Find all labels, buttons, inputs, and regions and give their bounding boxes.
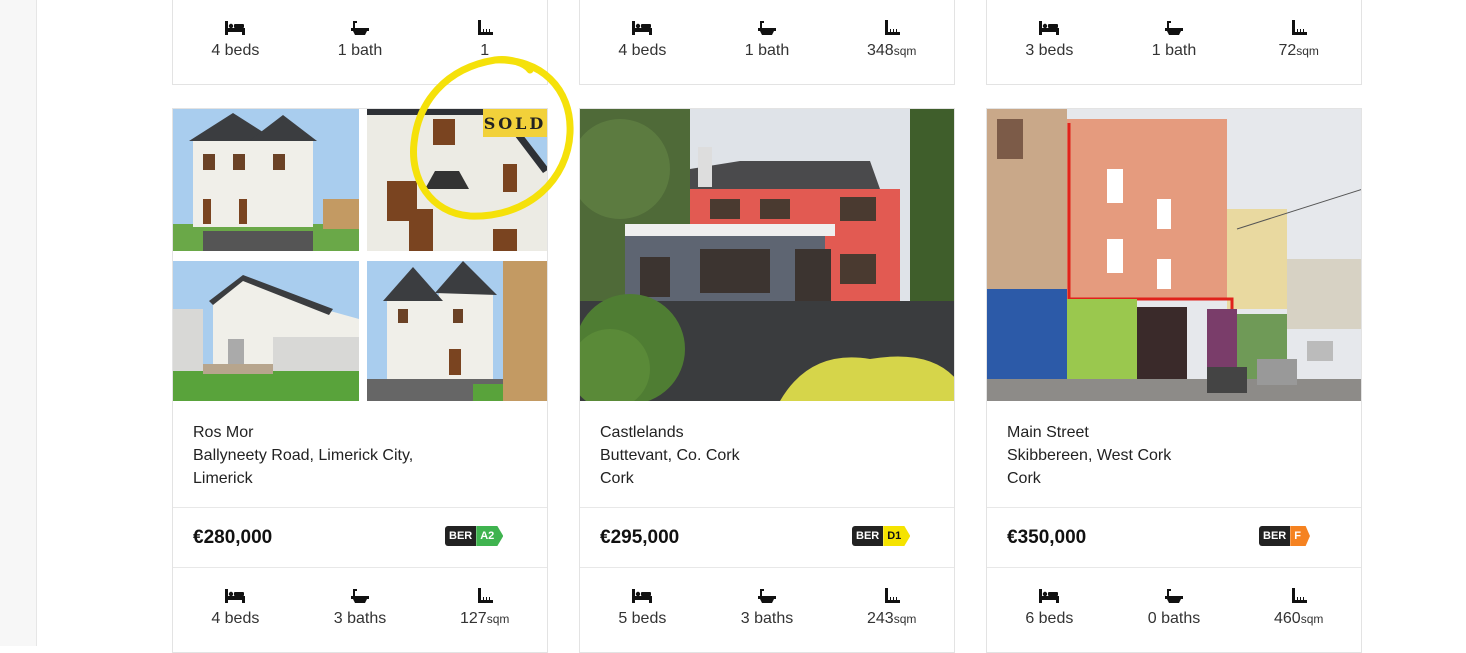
- listing-card-main-street[interactable]: Main Street Skibbereen, West Cork Cork €…: [986, 108, 1362, 653]
- price-row: €280,000 BER A2: [173, 507, 547, 568]
- highlight-circle-annotation: [410, 56, 574, 220]
- price-row: €350,000 BER F: [987, 507, 1361, 568]
- bed-icon: [632, 19, 653, 37]
- ber-prefix: BER: [1259, 526, 1291, 546]
- address-line-3: Cork: [600, 470, 634, 487]
- ber-badge: BER F: [1259, 526, 1310, 546]
- listing-photo[interactable]: [987, 109, 1361, 401]
- beds-stat: 5 beds: [580, 569, 705, 647]
- address-line-3: Limerick: [193, 470, 253, 487]
- area-ruler-icon: [884, 587, 900, 605]
- listing-address[interactable]: Ros Mor Ballyneety Road, Limerick City, …: [193, 421, 413, 490]
- area-label: 348sqm: [866, 42, 917, 59]
- bed-icon: [225, 19, 246, 37]
- baths-label: 1 bath: [744, 42, 790, 59]
- baths-stat: 0 baths: [1112, 569, 1237, 647]
- listing-card-castlelands[interactable]: Castlelands Buttevant, Co. Cork Cork €29…: [579, 108, 955, 653]
- ber-prefix: BER: [852, 526, 884, 546]
- address-line-1: Ros Mor: [193, 424, 254, 441]
- area-ruler-icon: [884, 19, 900, 37]
- baths-label: 1 bath: [1151, 42, 1197, 59]
- stats-row: 4 beds 3 baths 127sqm: [173, 569, 547, 647]
- listing-price: €280,000: [193, 527, 273, 548]
- area-stat: 72sqm: [1236, 1, 1361, 79]
- ber-badge: BER D1: [852, 526, 911, 546]
- listing-card-top-2[interactable]: 4 beds 1 bath 348sqm: [579, 0, 955, 85]
- address-line-2: Ballyneety Road, Limerick City,: [193, 447, 414, 464]
- beds-stat: 6 beds: [987, 569, 1112, 647]
- price-row: €295,000 BER D1: [580, 507, 954, 568]
- area-label: 127sqm: [459, 610, 510, 627]
- area-stat: 127sqm: [422, 569, 547, 647]
- baths-label: 3 baths: [740, 610, 794, 627]
- left-gutter: [0, 0, 37, 646]
- bath-icon: [351, 587, 369, 605]
- address-line-2: Skibbereen, West Cork: [1007, 447, 1172, 464]
- stats-row: 4 beds 1 bath 348sqm: [580, 1, 954, 79]
- ber-rating: F: [1290, 526, 1310, 546]
- baths-stat: 3 baths: [705, 569, 830, 647]
- bath-icon: [758, 587, 776, 605]
- area-ruler-icon: [477, 587, 493, 605]
- ber-rating: D1: [883, 526, 911, 546]
- ber-prefix: BER: [445, 526, 477, 546]
- bath-icon: [1165, 19, 1183, 37]
- bed-icon: [1039, 587, 1060, 605]
- baths-label: 1 bath: [337, 42, 383, 59]
- bath-icon: [758, 19, 776, 37]
- listing-address[interactable]: Main Street Skibbereen, West Cork Cork: [1007, 421, 1171, 490]
- beds-label: 6 beds: [1025, 610, 1074, 627]
- area-stat: 460sqm: [1236, 569, 1361, 647]
- area-stat: 348sqm: [829, 1, 954, 79]
- baths-stat: 1 bath: [1112, 1, 1237, 79]
- baths-stat: 3 baths: [298, 569, 423, 647]
- listing-photo[interactable]: [580, 109, 954, 401]
- baths-stat: 1 bath: [705, 1, 830, 79]
- bed-icon: [632, 587, 653, 605]
- beds-stat: 4 beds: [580, 1, 705, 79]
- address-line-1: Main Street: [1007, 424, 1089, 441]
- listing-price: €295,000: [600, 527, 680, 548]
- ber-badge: BER A2: [445, 526, 504, 546]
- beds-label: 5 beds: [618, 610, 667, 627]
- listing-price: €350,000: [1007, 527, 1087, 548]
- beds-stat: 4 beds: [173, 1, 298, 79]
- area-label: 243sqm: [866, 610, 917, 627]
- listing-address[interactable]: Castlelands Buttevant, Co. Cork Cork: [600, 421, 740, 490]
- area-ruler-icon: [1291, 19, 1307, 37]
- stats-row: 5 beds 3 baths 243sqm: [580, 569, 954, 647]
- beds-label: 3 beds: [1025, 42, 1074, 59]
- address-line-1: Castlelands: [600, 424, 684, 441]
- beds-stat: 4 beds: [173, 569, 298, 647]
- listing-card-top-3[interactable]: 3 beds 1 bath 72sqm: [986, 0, 1362, 85]
- area-ruler-icon: [1291, 587, 1307, 605]
- baths-label: 3 baths: [333, 610, 387, 627]
- ber-rating: A2: [476, 526, 504, 546]
- area-stat: 243sqm: [829, 569, 954, 647]
- beds-label: 4 beds: [211, 610, 260, 627]
- beds-stat: 3 beds: [987, 1, 1112, 79]
- stats-row: 6 beds 0 baths 460sqm: [987, 569, 1361, 647]
- area-label: 460sqm: [1273, 610, 1324, 627]
- area-label: 72sqm: [1278, 42, 1319, 59]
- stats-row: 3 beds 1 bath 72sqm: [987, 1, 1361, 79]
- bath-icon: [351, 19, 369, 37]
- bed-icon: [1039, 19, 1060, 37]
- address-line-2: Buttevant, Co. Cork: [600, 447, 740, 464]
- address-line-3: Cork: [1007, 470, 1041, 487]
- area-ruler-icon: [477, 19, 493, 37]
- bath-icon: [1165, 587, 1183, 605]
- beds-label: 4 beds: [618, 42, 667, 59]
- baths-label: 0 baths: [1147, 610, 1201, 627]
- beds-label: 4 beds: [211, 42, 260, 59]
- bed-icon: [225, 587, 246, 605]
